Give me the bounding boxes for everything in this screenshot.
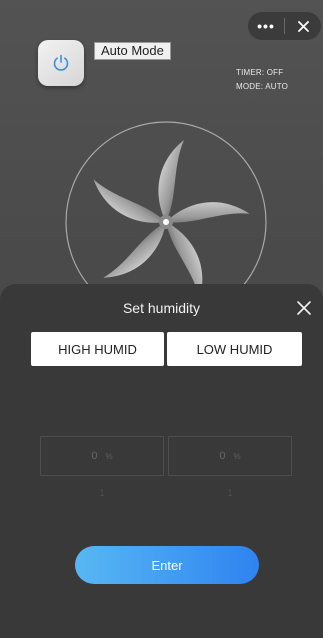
auto-mode-button[interactable]: Auto Mode xyxy=(94,42,171,60)
high-humid-value: 0 xyxy=(91,450,98,462)
more-button[interactable]: ••• xyxy=(248,12,284,40)
high-humid-picker[interactable]: 0 % xyxy=(40,436,164,476)
capsule-close-button[interactable] xyxy=(285,12,321,40)
power-button[interactable] xyxy=(38,40,84,86)
timer-status: TIMER: OFF xyxy=(236,68,284,77)
close-icon xyxy=(297,20,309,32)
status-panel: TIMER: OFF MODE: AUTO xyxy=(236,66,288,94)
humidity-bottom-sheet: Set humidity HIGH HUMID LOW HUMID 0 % 0 … xyxy=(0,284,323,638)
low-humid-picker[interactable]: 0 % xyxy=(168,436,292,476)
power-icon xyxy=(53,54,69,71)
low-humid-next-option: 1 xyxy=(227,488,233,498)
high-humid-button[interactable]: HIGH HUMID xyxy=(31,332,164,366)
enter-button[interactable]: Enter xyxy=(75,546,259,584)
low-humid-button[interactable]: LOW HUMID xyxy=(167,332,302,366)
high-humid-next-option: 1 xyxy=(99,488,105,498)
high-humid-unit: % xyxy=(105,451,113,461)
low-humid-unit: % xyxy=(233,451,241,461)
more-dots-icon: ••• xyxy=(257,18,275,34)
mini-program-capsule: ••• xyxy=(248,12,321,40)
sheet-title: Set humidity xyxy=(122,300,201,316)
close-icon[interactable] xyxy=(296,300,312,316)
low-humid-value: 0 xyxy=(219,450,226,462)
app-screen: ••• Auto Mode TIMER: OFF MODE: AUTO Set … xyxy=(0,0,323,638)
mode-status: MODE: AUTO xyxy=(236,82,289,91)
